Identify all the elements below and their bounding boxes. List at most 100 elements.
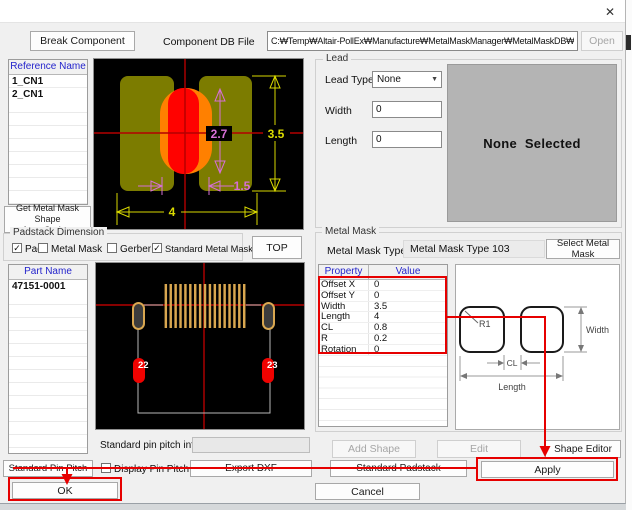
screen-right-margin <box>626 0 632 510</box>
value-cell: 3.5 <box>369 302 447 312</box>
empty-rows <box>319 356 447 426</box>
apply-button[interactable]: Apply <box>481 461 614 478</box>
reference-name-list[interactable]: Reference Name 1_CN1 2_CN1 <box>8 59 88 205</box>
title-bar: ✕ <box>0 0 625 23</box>
lead-type-label: Lead Type <box>325 74 374 86</box>
value-cell: 0 <box>369 280 447 290</box>
property-column-header: Property <box>319 265 369 279</box>
standard-metal-mask-checkbox[interactable]: ✓ <box>152 243 162 253</box>
ok-button[interactable]: OK <box>12 482 118 499</box>
table-row[interactable]: Rotation0 <box>319 345 447 356</box>
metal-mask-checkbox-label: Metal Mask <box>51 244 102 255</box>
component-db-file-label: Component DB File <box>163 36 255 48</box>
cancel-button[interactable]: Cancel <box>315 483 420 500</box>
lead-preview-panel: None Selected <box>447 64 617 222</box>
mask-openings <box>460 307 563 352</box>
connector-pins <box>163 284 246 328</box>
lead-preview-text: None Selected <box>483 136 580 151</box>
pin-label-23: 23 <box>267 360 278 371</box>
part-name-header: Part Name <box>9 265 87 280</box>
standard-pin-pitch-button[interactable]: Standard Pin Pitch <box>3 460 93 477</box>
add-shape-button[interactable]: Add Shape <box>332 440 416 458</box>
value-column-header: Value <box>369 265 447 279</box>
export-dxf-button[interactable]: Export DXF <box>190 460 312 477</box>
value-cell: 0.8 <box>369 323 447 333</box>
button-label-line1: Get Metal Mask Shape <box>5 203 90 225</box>
property-cell: Rotation <box>319 345 369 355</box>
dim-pad-width: 4 <box>169 205 176 219</box>
empty-rows <box>9 292 87 453</box>
chevron-down-icon: ▼ <box>431 76 438 83</box>
right-mount-pad <box>263 303 274 329</box>
value-cell: 0 <box>369 345 447 355</box>
property-table-header: Property Value <box>319 265 447 280</box>
property-cell: CL <box>319 323 369 333</box>
value-cell: 0 <box>369 291 447 301</box>
pin-pitch-info-field[interactable] <box>192 437 310 453</box>
empty-rows <box>9 100 87 204</box>
property-cell: Offset X <box>319 280 369 290</box>
lead-length-label: Length <box>325 135 357 147</box>
lead-type-value: None <box>377 74 401 85</box>
pad-lead-canvas[interactable]: 3.5 2.7 1.5 <box>93 58 304 230</box>
value-cell: 4 <box>369 312 447 322</box>
dim-4-lines <box>117 193 257 225</box>
padstack-canvas[interactable]: 22 23 <box>95 262 305 430</box>
metal-mask-type-label: Metal Mask Type <box>327 245 406 257</box>
close-icon[interactable]: ✕ <box>598 3 622 20</box>
padstack-drawing: 22 23 <box>96 263 304 429</box>
lead-width-input[interactable] <box>372 101 442 118</box>
standard-pin-pitch-info-label: Standard pin pitch info <box>100 440 200 451</box>
padstack-dimension-label: Padstack Dimension <box>10 227 107 238</box>
property-cell: R <box>319 334 369 344</box>
pad-lead-drawing: 3.5 2.7 1.5 <box>94 59 303 229</box>
dim-lead-width: 1.5 <box>234 179 251 193</box>
gerber-checkbox-label: Gerber <box>120 244 151 255</box>
property-cell: Width <box>319 302 369 312</box>
display-pin-pitch-checkbox[interactable] <box>101 463 111 473</box>
list-item[interactable]: 1_CN1 <box>9 75 87 88</box>
metal-mask-type-value: Metal Mask Type 103 <box>403 240 545 258</box>
break-component-button[interactable]: Break Component <box>30 31 135 51</box>
component-db-path-input[interactable] <box>267 31 578 51</box>
property-cell: Length <box>319 312 369 322</box>
open-button[interactable]: Open <box>581 31 623 51</box>
screen: ✕ Break Component Component DB File Open… <box>0 0 632 510</box>
standard-metal-mask-checkbox-label: Standard Metal Mask <box>165 244 253 254</box>
gerber-checkbox[interactable] <box>107 243 117 253</box>
length-label: Length <box>498 382 526 392</box>
property-cell: Offset Y <box>319 291 369 301</box>
shape-editor-button[interactable]: Shape Editor <box>545 440 621 458</box>
dim-lead-height: 2.7 <box>211 127 228 141</box>
mask-shape-preview: R1 Width CL <box>455 264 620 430</box>
metal-mask-checkbox[interactable] <box>38 243 48 253</box>
lead-type-dropdown[interactable]: None ▼ <box>372 71 442 88</box>
metal-mask-group-label: Metal Mask <box>322 226 379 237</box>
lead-length-input[interactable] <box>372 131 442 148</box>
r1-label: R1 <box>479 319 491 329</box>
top-view-button[interactable]: TOP <box>252 236 302 259</box>
screen-bottom-margin <box>0 504 626 510</box>
reference-name-header: Reference Name <box>9 60 87 75</box>
lead-inner-shape <box>168 88 199 174</box>
background-window-fragment <box>626 35 631 50</box>
mask-shape-drawing: R1 Width CL <box>456 265 619 429</box>
left-mount-pad <box>133 303 144 329</box>
lead-group-label: Lead <box>323 53 351 64</box>
metal-mask-manager-dialog: ✕ Break Component Component DB File Open… <box>0 0 626 504</box>
value-cell: 0.2 <box>369 334 447 344</box>
width-label: Width <box>586 325 609 335</box>
edit-button[interactable]: Edit <box>437 440 521 458</box>
standard-padstack-button[interactable]: Standard Padstack <box>330 460 467 477</box>
part-name-list[interactable]: Part Name 47151-0001 <box>8 264 88 454</box>
cl-label: CL <box>507 358 518 368</box>
property-table[interactable]: Property Value Offset X0 Offset Y0 Width… <box>318 264 448 427</box>
pad-checkbox[interactable]: ✓ <box>12 243 22 253</box>
r1-leader-line <box>465 311 478 323</box>
display-pin-pitch-label: Display Pin Pitch <box>114 464 189 475</box>
table-row[interactable]: Offset Y0 <box>319 291 447 302</box>
select-metal-mask-button[interactable]: Select Metal Mask <box>546 239 620 259</box>
dim-pad-height: 3.5 <box>268 127 285 141</box>
lead-width-label: Width <box>325 105 352 117</box>
pin-label-22: 22 <box>138 360 149 371</box>
